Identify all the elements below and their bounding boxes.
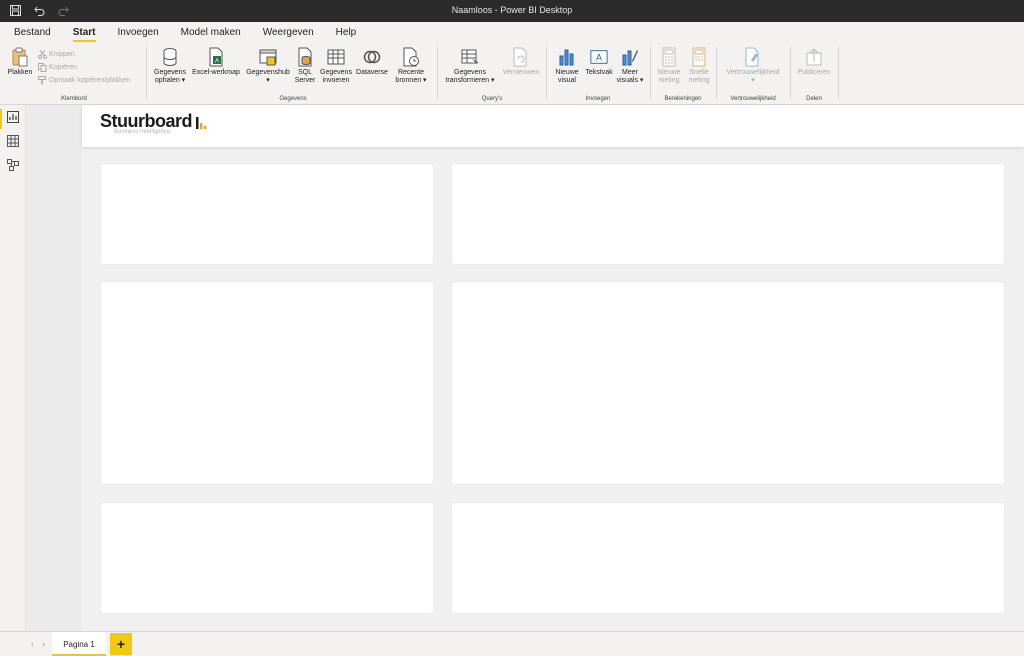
report-header	[82, 105, 1024, 147]
sensitivity-icon	[744, 47, 762, 67]
page-tabs-bar: ‹ › Pagina 1 +	[0, 631, 1024, 656]
ribbon-separator	[546, 47, 547, 99]
window-title: Naamloos - Power BI Desktop	[451, 5, 573, 15]
group-label-vertrouwelijkheid: Vertrouwelijkheid	[730, 96, 776, 102]
model-view-button[interactable]	[0, 155, 26, 179]
database-icon	[161, 47, 179, 67]
ribbon-separator	[790, 47, 791, 99]
tab-start[interactable]: Start	[72, 22, 96, 43]
more-visuals-button[interactable]: Meer visuals ▾	[614, 45, 646, 85]
paste-button[interactable]: Plakken	[6, 45, 34, 77]
group-label-berekeningen: Berekeningen	[664, 96, 702, 102]
quick-measure-button[interactable]: Snelle meting	[684, 45, 714, 85]
copy-icon	[38, 63, 47, 72]
group-label-invoegen: Invoegen	[585, 96, 611, 102]
next-page-icon[interactable]: ›	[42, 639, 45, 649]
data-view-button[interactable]	[0, 131, 26, 155]
more-visuals-icon	[621, 47, 639, 67]
report-view-icon	[7, 110, 19, 128]
visual-placeholder-3[interactable]	[101, 282, 433, 484]
scissors-icon	[38, 50, 47, 59]
visual-placeholder-4[interactable]	[452, 282, 1004, 484]
logo-bars-icon	[196, 115, 208, 134]
svg-text:A: A	[596, 53, 602, 63]
sql-server-button[interactable]: SQL Server	[291, 45, 319, 85]
stuurboard-logo: Stuurboard Business Intelligence	[100, 111, 207, 135]
plus-icon: +	[116, 636, 126, 652]
visual-placeholder-2[interactable]	[452, 164, 1004, 264]
group-delen: Publiceren Delen	[792, 45, 836, 103]
group-label-gegevens: Gegevens	[279, 96, 307, 102]
table-icon	[327, 47, 345, 67]
paste-icon	[11, 47, 29, 67]
excel-workbook-button[interactable]: A Excel-werkmap	[190, 45, 242, 77]
data-view-icon	[7, 134, 19, 152]
tab-help[interactable]: Help	[336, 22, 357, 43]
add-page-button[interactable]: +	[110, 633, 132, 655]
text-box-button[interactable]: A Tekstvak	[582, 45, 616, 77]
dataverse-icon	[363, 47, 381, 67]
transform-data-button[interactable]: Gegevens transformeren ▾	[441, 45, 499, 85]
text-box-icon: A	[590, 47, 608, 67]
refresh-icon	[512, 47, 530, 67]
page-tab-label: Pagina 1	[63, 639, 95, 649]
group-label-delen: Delen	[806, 96, 822, 102]
enter-data-button[interactable]: Gegevens invoeren	[318, 45, 354, 85]
quick-measure-icon	[690, 47, 708, 67]
group-label-querys: Query's	[481, 96, 503, 102]
format-painter-button[interactable]: Opmaak kopiëren/plakken	[38, 76, 130, 85]
new-measure-button[interactable]: Nieuwe meting	[654, 45, 684, 85]
refresh-button[interactable]: Vernieuwen	[499, 45, 543, 77]
publish-button[interactable]: Publiceren	[794, 45, 834, 77]
ribbon-separator	[838, 47, 839, 99]
ribbon-separator	[437, 47, 438, 99]
tab-bestand[interactable]: Bestand	[14, 22, 51, 43]
ribbon-separator	[146, 47, 147, 99]
page-tab-pagina-1[interactable]: Pagina 1	[52, 632, 106, 656]
ribbon-separator	[650, 47, 651, 99]
model-view-icon	[7, 158, 19, 176]
svg-text:A: A	[215, 59, 219, 65]
group-vertrouwelijkheid: Vertrouwelijkheid ▾ Vertrouwelijkheid	[718, 45, 788, 103]
cut-button[interactable]: Knippen	[38, 50, 75, 59]
group-invoegen: Nieuwe visual A Tekstvak Meer visuals ▾ …	[548, 45, 648, 103]
logo-wordmark: Stuurboard	[100, 111, 193, 131]
visual-placeholder-1[interactable]	[101, 164, 433, 264]
group-label-klembord: Klembord	[61, 96, 87, 102]
recent-sources-icon	[402, 47, 420, 67]
publish-icon	[805, 47, 823, 67]
group-gegevens: Gegevens ophalen ▾ A Excel-werkmap Gegev…	[148, 45, 438, 103]
ribbon: Plakken Knippen Kopiëren Opmaak kopiëren…	[0, 43, 1024, 105]
title-bar: Naamloos - Power BI Desktop	[0, 0, 1024, 22]
get-data-button[interactable]: Gegevens ophalen ▾	[148, 45, 192, 85]
group-klembord: Plakken Knippen Kopiëren Opmaak kopiëren…	[4, 45, 144, 103]
ribbon-separator	[716, 47, 717, 99]
tab-invoegen[interactable]: Invoegen	[118, 22, 159, 43]
transform-data-icon	[461, 47, 479, 67]
new-visual-button[interactable]: Nieuwe visual	[550, 45, 584, 85]
tab-weergeven[interactable]: Weergeven	[263, 22, 314, 43]
excel-icon: A	[207, 47, 225, 67]
ribbon-tabs: Bestand Start Invoegen Model maken Weerg…	[0, 22, 1024, 43]
sql-server-icon	[296, 47, 314, 67]
report-view-button[interactable]	[0, 107, 26, 131]
logo-tagline: Business Intelligence	[114, 129, 171, 135]
format-painter-icon	[38, 76, 47, 85]
copy-button[interactable]: Kopiëren	[38, 63, 77, 72]
data-hub-icon	[259, 47, 277, 67]
bar-chart-icon	[558, 47, 576, 67]
dataverse-button[interactable]: Dataverse	[354, 45, 390, 77]
group-querys: Gegevens transformeren ▾ Vernieuwen Quer…	[439, 45, 545, 103]
recent-sources-button[interactable]: Recente bronnen ▾	[392, 45, 430, 85]
tab-model-maken[interactable]: Model maken	[181, 22, 241, 43]
visual-placeholder-6[interactable]	[452, 503, 1004, 613]
calculator-icon	[660, 47, 678, 67]
view-rail	[0, 105, 26, 631]
prev-page-icon[interactable]: ‹	[31, 639, 34, 649]
sensitivity-button[interactable]: Vertrouwelijkheid ▾	[720, 45, 786, 85]
data-hub-button[interactable]: Gegevenshub ▾	[242, 45, 294, 85]
visual-placeholder-5[interactable]	[101, 503, 433, 613]
group-berekeningen: Nieuwe meting Snelle meting Berekeningen	[652, 45, 714, 103]
